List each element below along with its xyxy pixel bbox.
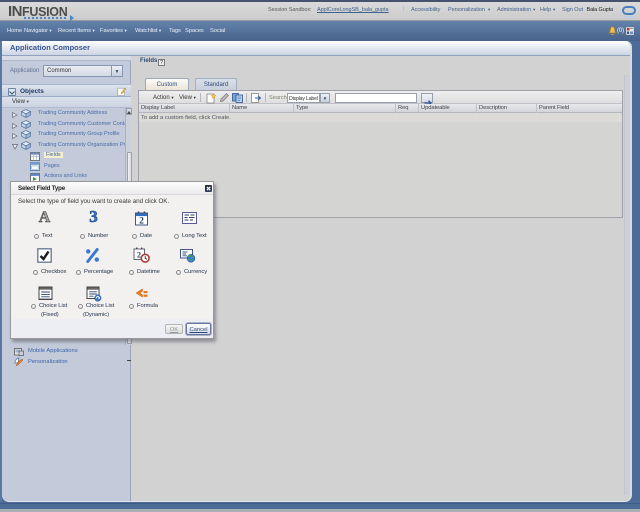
svg-text:2: 2 (139, 217, 144, 227)
svg-text:2: 2 (137, 251, 141, 260)
